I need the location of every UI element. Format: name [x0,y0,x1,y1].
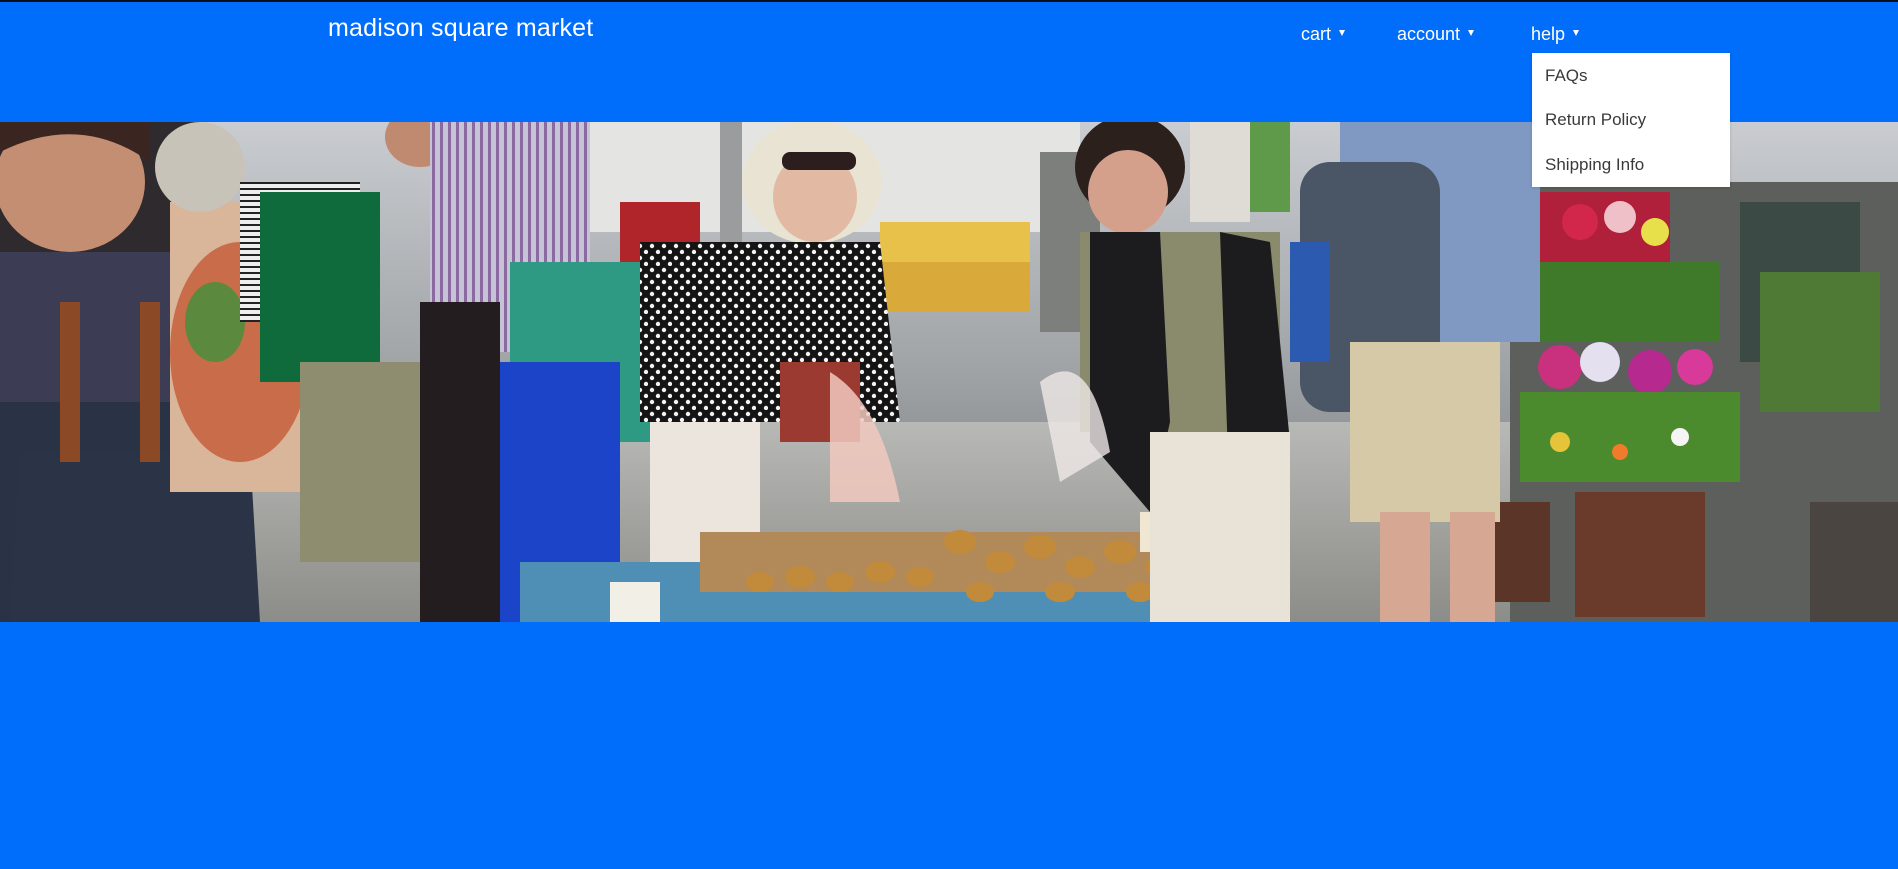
nav-help-label: help [1531,24,1566,44]
caret-down-icon [1573,30,1580,37]
caret-down-icon [1468,30,1475,37]
nav-account[interactable]: account [1397,24,1475,45]
help-dropdown-menu: FAQs Return Policy Shipping Info [1532,53,1730,187]
caret-down-icon [1339,30,1346,37]
menu-item-shipping-info[interactable]: Shipping Info [1545,155,1644,175]
market-photo [0,122,1898,622]
hero-image [0,122,1898,622]
menu-item-faqs[interactable]: FAQs [1545,66,1588,86]
nav-account-label: account [1397,24,1461,44]
nav-cart[interactable]: cart [1301,24,1346,45]
site-title[interactable]: madison square market [328,14,593,43]
nav-help[interactable]: help [1531,24,1580,45]
nav-cart-label: cart [1301,24,1332,44]
menu-item-return-policy[interactable]: Return Policy [1545,110,1646,130]
page-body [0,622,1898,869]
